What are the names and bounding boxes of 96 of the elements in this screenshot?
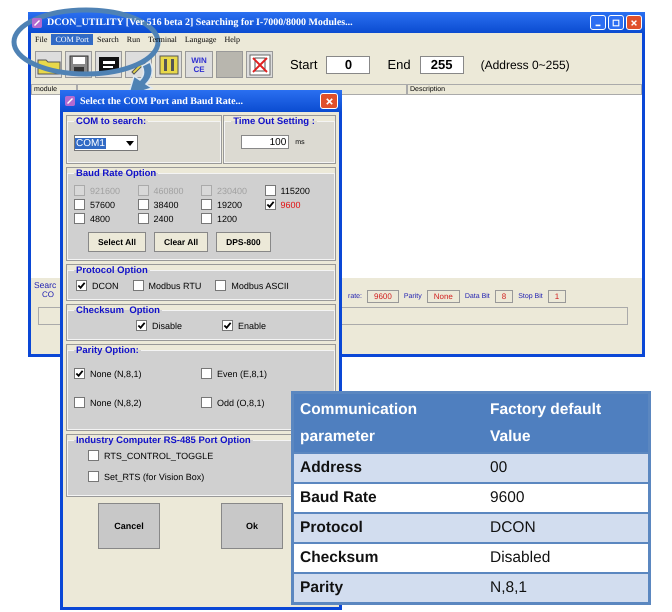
table-cell-text: DCON xyxy=(489,518,537,538)
close-icon xyxy=(630,18,638,26)
checkbox[interactable] xyxy=(138,199,148,210)
menu-item[interactable]: Search xyxy=(93,34,123,45)
checkbox-label: None (N,8,2) xyxy=(90,398,142,408)
caret-icon xyxy=(126,140,134,146)
checkbox-label: DCON xyxy=(92,280,118,290)
wince-button[interactable]: WIN CE xyxy=(185,51,213,78)
checkbox[interactable] xyxy=(74,368,85,379)
checkbox[interactable] xyxy=(74,397,85,408)
table-cell-text: Protocol xyxy=(299,518,364,538)
pause-icon[interactable] xyxy=(155,51,182,78)
dialog-button[interactable]: Ok xyxy=(221,503,283,549)
checkbox-label: Even (E,8,1) xyxy=(217,368,268,378)
close-icon xyxy=(324,96,334,106)
checkbox-label: 38400 xyxy=(154,200,179,210)
checkbox[interactable] xyxy=(136,320,147,331)
maximize-button[interactable] xyxy=(608,15,624,30)
checkbox-label: 9600 xyxy=(280,200,301,210)
checkbox[interactable] xyxy=(222,320,233,331)
end-label: End xyxy=(387,57,411,72)
start-field[interactable]: 0 xyxy=(326,56,370,74)
group-title: Protocol Option xyxy=(75,265,149,276)
search-label: Searc xyxy=(34,280,56,290)
dialog-button[interactable]: DPS-800 xyxy=(216,232,271,252)
column-header: Factory default Value xyxy=(489,400,602,447)
dialog-button[interactable]: Select All xyxy=(88,232,146,252)
checkbox[interactable] xyxy=(201,213,212,224)
checkbox-label: Modbus RTU xyxy=(148,280,202,290)
menu-item[interactable]: COM Port xyxy=(51,34,94,45)
table-cell-text: N,8,1 xyxy=(489,578,528,598)
checkbox[interactable] xyxy=(74,199,85,210)
checkbox-label: Odd (O,8,1) xyxy=(217,398,265,408)
checkbox[interactable] xyxy=(76,280,87,291)
group-title: Parity Option: xyxy=(75,345,140,356)
menu-item[interactable]: Help xyxy=(220,34,244,45)
close-button[interactable] xyxy=(320,93,338,109)
checkbox-label: Enable xyxy=(238,320,266,330)
com-label: CO xyxy=(42,290,54,299)
checkbox-label: 57600 xyxy=(90,200,116,210)
maximize-icon xyxy=(612,18,620,26)
checkbox[interactable] xyxy=(201,199,212,210)
checkbox[interactable] xyxy=(138,213,148,224)
menu-item[interactable]: Run xyxy=(122,34,144,45)
checkbox-label: 115200 xyxy=(280,186,310,196)
table-cell-text: 00 xyxy=(489,458,508,478)
dialog-title: Select the COM Port and Baud Rate... xyxy=(80,96,244,106)
start-label: Start xyxy=(290,57,318,72)
checkbox-label: RTS_CONTROL_TOGGLE xyxy=(104,450,214,460)
checkbox-label: 19200 xyxy=(217,200,242,210)
checkbox[interactable] xyxy=(264,199,276,210)
checkbox[interactable] xyxy=(215,280,226,291)
menu-item[interactable]: Language xyxy=(180,34,220,45)
app-icon xyxy=(64,95,76,107)
checkbox-label: Disable xyxy=(152,320,182,330)
menu-item[interactable]: File xyxy=(31,34,52,45)
app-icon xyxy=(31,16,43,28)
checkbox-label: None (N,8,1) xyxy=(90,368,142,378)
checkbox-label: 4800 xyxy=(90,214,110,224)
table-cell-text: Parity xyxy=(299,578,344,598)
address-range-hint: (Address 0~255) xyxy=(480,58,570,72)
table-cell-text: Baud Rate xyxy=(299,488,378,508)
dialog-button[interactable]: Clear All xyxy=(154,232,208,252)
table-cell-text: Disabled xyxy=(489,548,552,568)
group-title: Baud Rate Option xyxy=(75,168,158,179)
window-title: DCON_UTILITY [Ver 516 beta 2] Searching for I-7000/8000 Modules... xyxy=(47,17,354,28)
group-title: Time Out Setting : xyxy=(232,116,316,127)
timeout-field[interactable]: 100 xyxy=(241,135,290,149)
status-value: 9600 xyxy=(367,290,399,303)
close-button[interactable] xyxy=(626,15,642,30)
checkbox[interactable] xyxy=(201,368,212,379)
table-cell-text: Address xyxy=(299,458,364,478)
group-title: Industry Computer RS-485 Port Option xyxy=(75,435,252,446)
checkbox-label: Set_RTS (for Vision Box) xyxy=(104,472,204,482)
checkbox[interactable] xyxy=(74,213,85,224)
end-field[interactable]: 255 xyxy=(420,56,464,74)
group-title: Checksum Option xyxy=(75,305,161,316)
group-title: COM to search: xyxy=(75,116,148,127)
checkbox[interactable] xyxy=(201,397,212,408)
checkbox[interactable] xyxy=(132,280,144,291)
com-dropdown[interactable]: COM1 xyxy=(74,135,138,151)
checkbox[interactable] xyxy=(88,471,99,482)
column-header: Communication parameter xyxy=(299,400,418,447)
status-value: None xyxy=(426,290,460,303)
checkbox-label: 1200 xyxy=(217,214,238,224)
device-off-icon[interactable] xyxy=(246,51,273,78)
minimize-button[interactable] xyxy=(590,15,606,30)
status-value: 1 xyxy=(548,290,566,303)
table-cell-text: 9600 xyxy=(489,488,526,508)
checkbox[interactable] xyxy=(88,450,99,461)
checkbox[interactable] xyxy=(264,185,276,196)
checkbox-label: Modbus ASCII xyxy=(231,280,289,290)
status-value: 8 xyxy=(494,290,514,303)
dialog-button[interactable]: Cancel xyxy=(98,503,160,549)
checkbox-label: 2400 xyxy=(154,214,174,224)
table-cell-text: Checksum xyxy=(299,548,380,568)
